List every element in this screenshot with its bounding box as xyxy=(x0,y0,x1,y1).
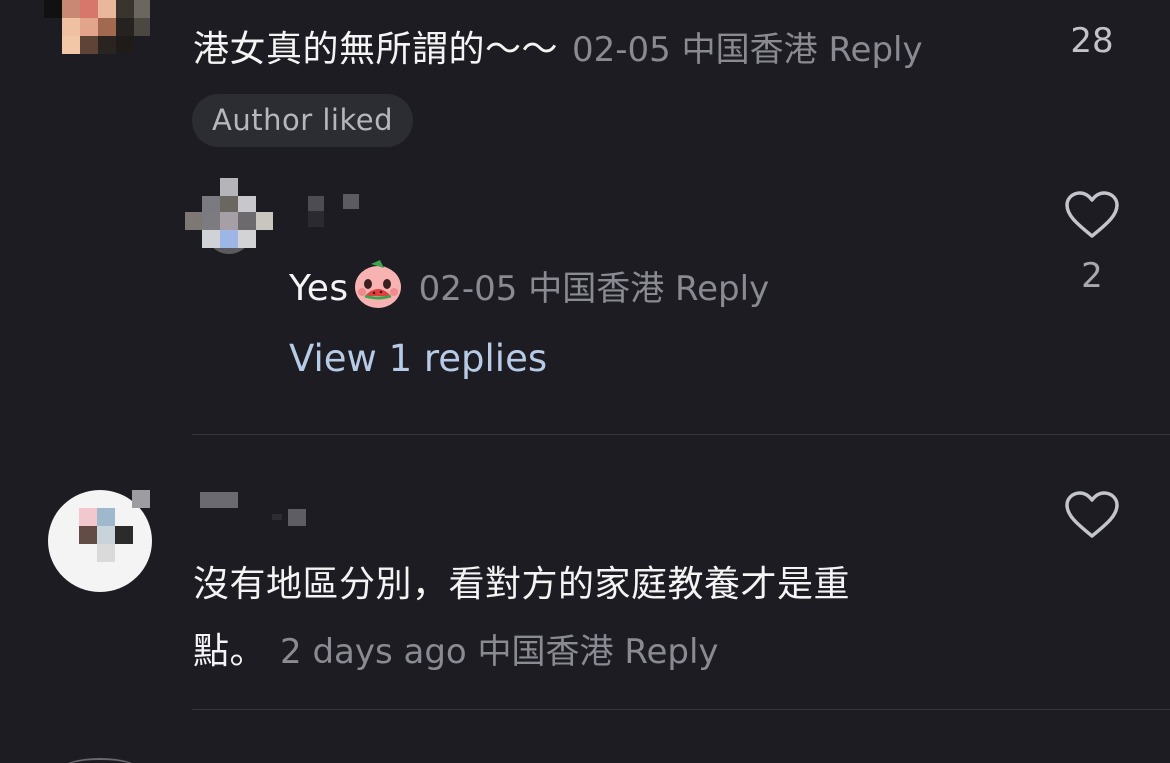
comment-2-line2: 點。 2 days ago 中国香港 Reply xyxy=(193,622,719,674)
commenter-1-avatar[interactable] xyxy=(44,0,150,54)
reply-1-username[interactable] xyxy=(306,194,360,230)
commenter-2-username[interactable] xyxy=(200,490,310,528)
comment-1-like-count: 28 xyxy=(1070,21,1114,61)
view-replies-link[interactable]: View 1 replies xyxy=(289,337,547,380)
reply-1-text: Yes xyxy=(289,268,349,309)
comment-2-text-line2: 點。 xyxy=(193,631,267,672)
author-liked-badge: Author liked xyxy=(192,94,413,147)
comment-2-text-line1: 沒有地區分別，看對方的家庭教養才是重 xyxy=(193,564,851,605)
comments-screen: 港女真的無所謂的～～ 02-05 中国香港 Reply 28 Author lik… xyxy=(0,0,1170,763)
reply-1-date: 02-05 xyxy=(418,269,518,309)
comment-1-reply-link[interactable]: Reply xyxy=(828,30,922,70)
divider-1 xyxy=(192,434,1170,435)
comment-2-date: 2 days ago xyxy=(280,632,467,672)
next-comment-avatar[interactable] xyxy=(62,758,138,763)
reply-1-like-count: 2 xyxy=(1081,256,1103,296)
commenter-2-avatar[interactable] xyxy=(48,490,152,592)
comment-1-body: 港女真的無所謂的～～ 02-05 中国香港 Reply xyxy=(193,20,923,72)
reply-1-avatar[interactable] xyxy=(185,178,273,256)
reply-1-body: Yes 02-05 中国香港 Reply xyxy=(289,256,769,310)
comment-2-reply-link[interactable]: Reply xyxy=(624,632,718,672)
reply-1-reply-link[interactable]: Reply xyxy=(675,269,769,309)
reply-1-location: 中国香港 xyxy=(528,269,665,309)
watermelon-face-sticker-icon xyxy=(354,260,401,308)
comment-1-text: 港女真的無所謂的～～ xyxy=(193,29,559,70)
comment-2-heart-icon[interactable] xyxy=(1064,490,1120,540)
comment-1-date: 02-05 xyxy=(572,30,671,70)
comment-1-location: 中国香港 xyxy=(681,30,818,70)
comment-2-location: 中国香港 xyxy=(477,632,614,672)
divider-2 xyxy=(192,709,1170,710)
reply-1-heart-icon[interactable] xyxy=(1064,190,1120,240)
